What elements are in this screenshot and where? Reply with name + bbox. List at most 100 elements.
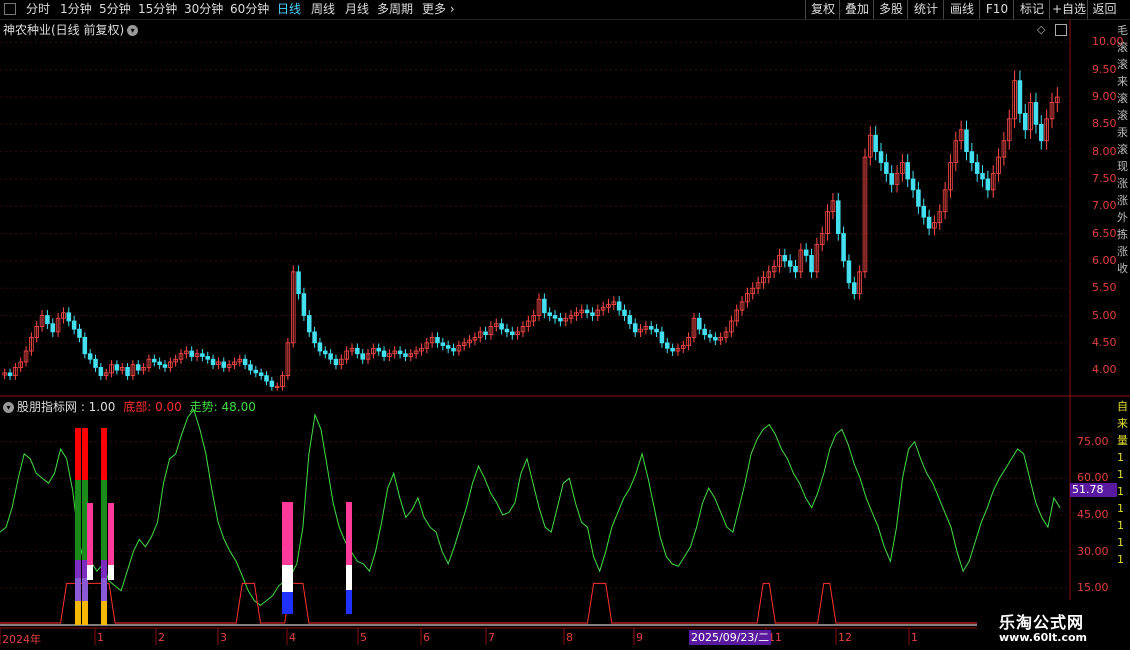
candle-body: [499, 323, 504, 330]
watermark-url: www.60lt.com: [999, 631, 1088, 644]
candle-body: [697, 317, 702, 330]
candle-body: [312, 331, 317, 344]
candle-body: [114, 364, 120, 371]
candle-body: [590, 312, 595, 316]
time-tick-label: 4: [289, 631, 296, 644]
signal-bar: [75, 480, 81, 560]
trend-line: [0, 408, 1061, 607]
strip-glyph: 量: [1117, 434, 1128, 447]
signal-bar: [346, 590, 352, 614]
candle-body: [793, 265, 798, 273]
candle-body: [878, 151, 884, 163]
signal-bar: [75, 601, 81, 625]
indicator-tick-label: 75.00: [1077, 434, 1109, 448]
candle-body: [328, 353, 333, 360]
signal-bar: [346, 502, 352, 565]
candle-body: [841, 233, 846, 262]
candle-body: [435, 336, 440, 344]
readout-value: 51.78: [1072, 483, 1104, 496]
strip-glyph: 来: [1117, 75, 1128, 88]
candle-body: [87, 353, 93, 360]
candle-body: [707, 334, 713, 338]
candle-body: [50, 323, 56, 333]
time-tick-label: 5: [360, 631, 367, 644]
candle-body: [242, 358, 248, 366]
candle-body: [974, 162, 980, 174]
candle-body: [77, 328, 82, 338]
candle-body: [7, 372, 13, 377]
price-tick-label: 6.00: [1092, 253, 1117, 267]
watermark-name: 乐淘公式网: [999, 613, 1085, 632]
candle-body: [445, 345, 451, 349]
signal-bar: [82, 601, 88, 625]
candle-body: [93, 358, 98, 368]
candle-body: [152, 358, 157, 363]
signal-bar: [108, 565, 114, 580]
kline-chart-canvas[interactable]: [0, 0, 1130, 650]
signal-bar: [101, 578, 107, 601]
candle-body: [157, 361, 162, 366]
candle-body: [622, 309, 627, 316]
candle-body: [905, 162, 910, 180]
strip-glyph: 滚: [1117, 58, 1128, 71]
candle-body: [803, 249, 809, 256]
signal-bar: [101, 601, 107, 625]
candle-body: [980, 173, 985, 180]
candle-body: [835, 200, 841, 234]
candle-body: [702, 328, 707, 336]
candle-body: [210, 358, 216, 366]
time-tick-label: 12: [838, 631, 852, 644]
candle-body: [258, 372, 264, 377]
strip-glyph: 滚: [1117, 143, 1128, 156]
candle-body: [1022, 113, 1028, 131]
signal-bar: [287, 592, 293, 614]
signal-bar: [82, 428, 88, 480]
time-tick-label: 1: [911, 631, 918, 644]
candle-body: [916, 189, 921, 207]
price-tick-label: 7.00: [1092, 199, 1117, 213]
watermark-logo: 乐淘公式网 www.60lt.com: [977, 600, 1130, 650]
signal-bar: [287, 502, 293, 565]
strip-glyph: 涨: [1117, 245, 1128, 258]
candle-body: [632, 323, 638, 333]
time-tick-label: 7: [488, 631, 495, 644]
strip-glyph: 1: [1117, 485, 1124, 498]
strip-glyph: 来: [1117, 417, 1128, 430]
candle-body: [264, 375, 269, 382]
candle-body: [1039, 123, 1044, 142]
candle-body: [451, 347, 456, 352]
cursor-date: 2025/09/23/二: [689, 630, 772, 645]
candle-body: [809, 255, 814, 273]
bottom-value: 底部: 0.00: [123, 400, 182, 414]
right-info-strip-lower[interactable]: 自来量 1 1 1 1 1 1 1: [1117, 398, 1130, 628]
trend-value: 走势: 48.00: [189, 400, 256, 414]
candle-body: [889, 173, 894, 185]
crosshair-readout: 51.78: [1070, 483, 1117, 497]
right-info-strip[interactable]: 毛滚滚来滚滚汞滚现涨涨外拣涨收: [1117, 22, 1130, 394]
candle-body: [648, 326, 654, 330]
candle-body: [616, 301, 622, 311]
indicator-tick-label: 45.00: [1077, 508, 1109, 521]
signal-bar: [287, 565, 293, 592]
strip-glyph: 汞: [1117, 126, 1128, 139]
candle-body: [659, 331, 665, 344]
signal-bar: [346, 565, 352, 590]
indicator-tick-label: 15.00: [1077, 581, 1109, 595]
candle-body: [921, 205, 927, 218]
indicator-tick-label: 30.00: [1077, 544, 1109, 558]
candle-body: [910, 178, 916, 191]
strip-glyph: 收: [1117, 262, 1128, 275]
price-tick-label: 7.50: [1092, 171, 1117, 185]
candle-body: [301, 293, 307, 316]
candle-body: [787, 260, 793, 267]
price-tick-label: 6.50: [1092, 226, 1117, 240]
candle-body: [381, 350, 387, 357]
candle-body: [66, 312, 72, 322]
dropdown-icon[interactable]: ▾: [3, 402, 14, 413]
candle-body: [205, 356, 210, 360]
strip-glyph: 涨: [1117, 177, 1128, 190]
candle-body: [852, 282, 857, 295]
strip-glyph: 1: [1117, 519, 1124, 532]
candle-body: [306, 315, 312, 333]
candle-body: [846, 260, 852, 284]
